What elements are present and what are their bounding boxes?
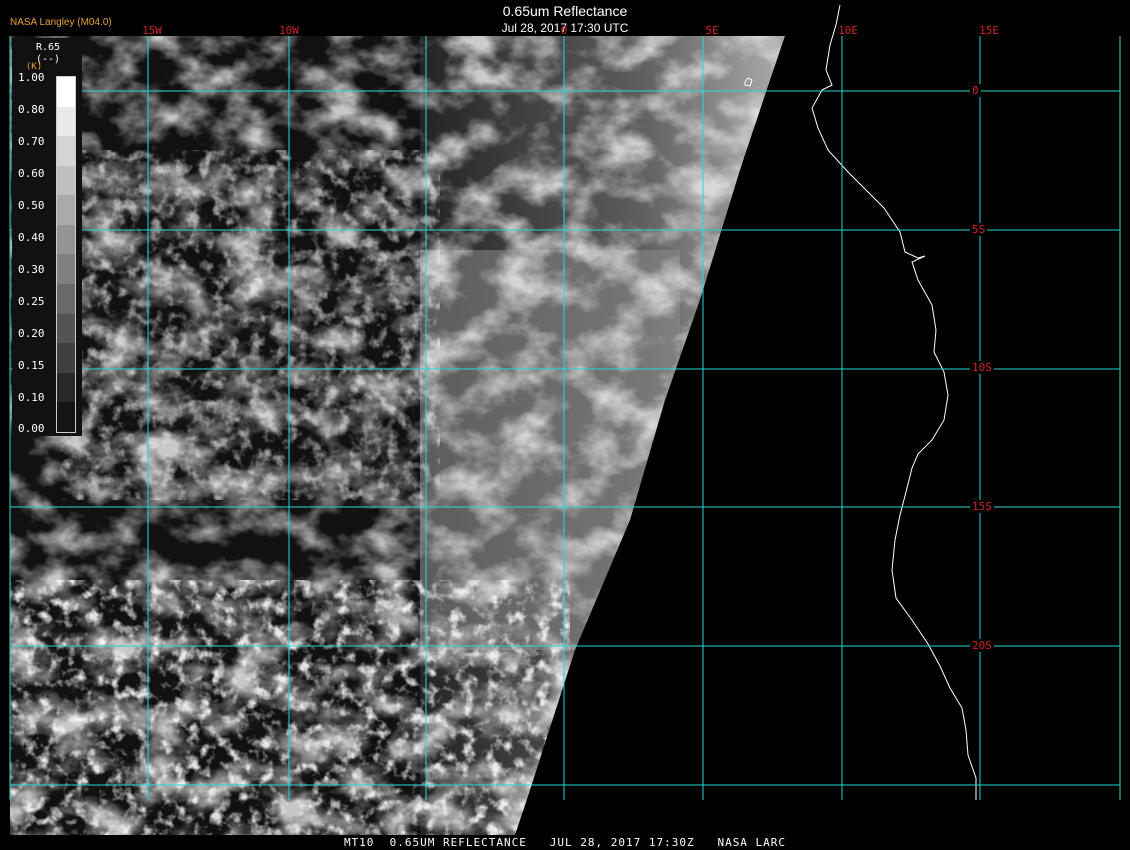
- legend-swatch: [57, 136, 75, 166]
- legend-tick: 0.10: [18, 391, 45, 404]
- lat-label: 15S: [970, 500, 994, 513]
- legend-swatch: [57, 224, 75, 255]
- legend-tick: 0.60: [18, 167, 45, 180]
- legend-tick: 0.30: [18, 263, 45, 276]
- legend-swatch: [57, 106, 75, 137]
- coastline: [811, 4, 977, 800]
- lat-label: 0: [970, 84, 981, 97]
- legend-tick: 0.40: [18, 231, 45, 244]
- legend-tick: 0.20: [18, 327, 45, 340]
- legend-tick: 0.00: [18, 422, 45, 435]
- legend-tick: 0.25: [18, 295, 45, 308]
- lat-label: 5S: [970, 223, 988, 236]
- lon-label: 5E: [705, 24, 719, 37]
- legend-swatch: [57, 402, 75, 432]
- legend-swatch: [57, 372, 75, 403]
- lon-label: 15W: [142, 24, 162, 37]
- lon-label: 10E: [838, 24, 858, 37]
- legend-swatch: [57, 343, 75, 373]
- satellite-imagery: [9, 4, 1121, 835]
- lon-label: 0: [560, 24, 568, 37]
- legend-swatch: [57, 77, 75, 107]
- legend-tick: 0.80: [18, 103, 45, 116]
- legend-swatch: [57, 254, 75, 285]
- page-title: 0.65um Reflectance: [502, 3, 628, 19]
- legend-tick: 0.15: [18, 359, 45, 372]
- legend-swatch: [57, 284, 75, 314]
- legend-swatch: [57, 195, 75, 225]
- footer-caption: MT10 0.65UM REFLECTANCE JUL 28, 2017 17:…: [343, 836, 787, 849]
- satellite-map: NASA Langley (M04.0) 0.65um Reflectance …: [0, 0, 1130, 850]
- legend-swatch: [57, 313, 75, 344]
- earth-disk: [10, 36, 785, 835]
- lat-label: 10S: [970, 361, 994, 374]
- lat-label: 20S: [970, 639, 994, 652]
- legend-swatch: [57, 165, 75, 196]
- lon-label: 10W: [279, 24, 299, 37]
- legend-colorbar: [56, 76, 76, 433]
- legend-tick: 0.70: [18, 135, 45, 148]
- color-legend: R.65 (--) (K) 1.00 0.80 0.70 0.60 0.50 0…: [12, 38, 82, 436]
- legend-tick: 1.00: [18, 71, 45, 84]
- lon-label: 15E: [979, 24, 999, 37]
- legend-tick: 0.50: [18, 199, 45, 212]
- legend-title: R.65: [35, 42, 61, 53]
